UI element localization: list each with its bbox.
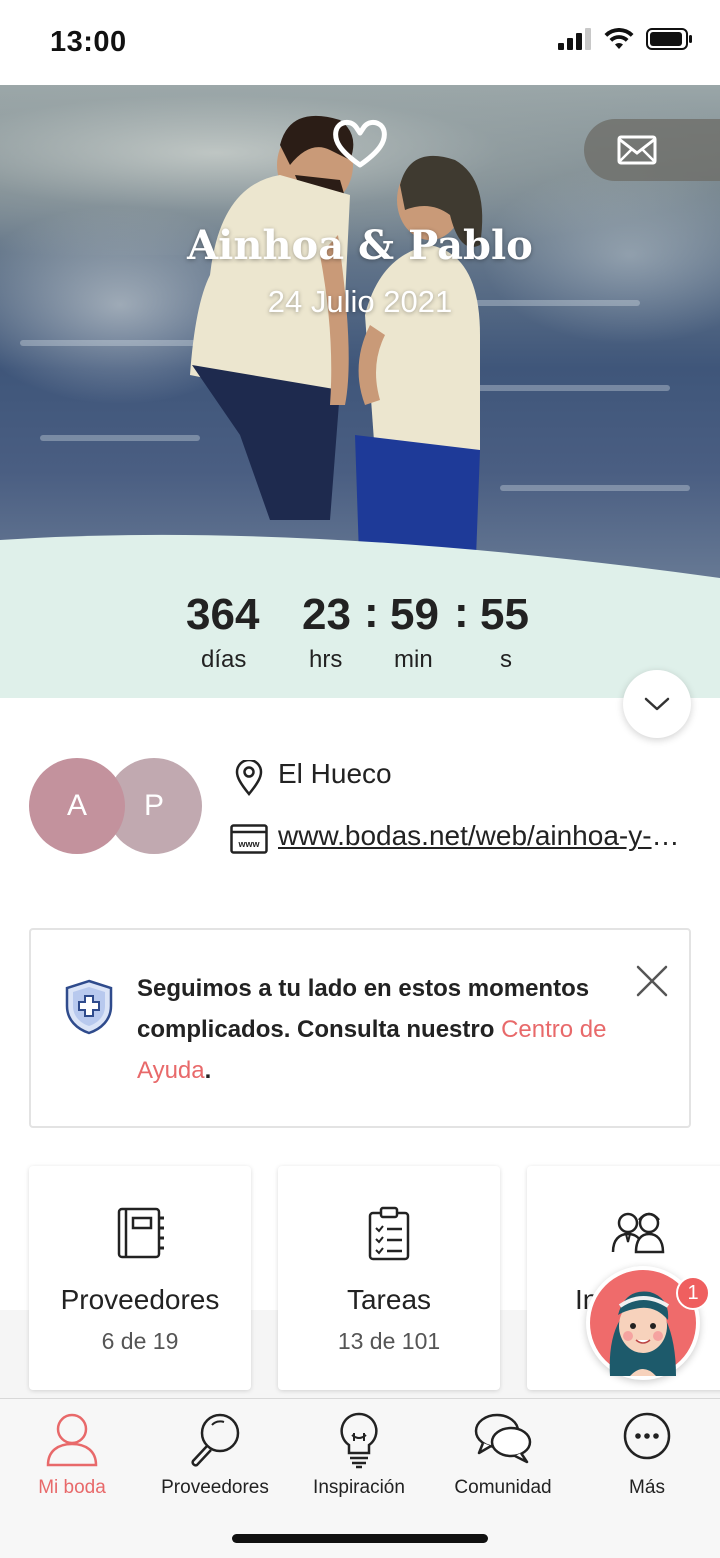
nav-item-inspiracion[interactable]: Inspiración (287, 1407, 431, 1503)
status-icons (558, 28, 694, 50)
address-book-icon (117, 1207, 164, 1259)
hero-wave (40, 435, 200, 441)
card-title: Proveedores (60, 1284, 220, 1315)
nav-item-mi-boda[interactable]: Mi boda (0, 1407, 144, 1503)
venue-name[interactable]: El Hueco (278, 758, 392, 790)
help-banner-text: Seguimos a tu lado en estos momentos com… (137, 968, 617, 1091)
nav-item-mas[interactable]: Más (575, 1407, 719, 1503)
hero-wave (20, 340, 200, 346)
help-banner: Seguimos a tu lado en estos momentos com… (29, 928, 691, 1128)
countdown-days: 364 (186, 590, 260, 639)
avatar[interactable]: A (29, 758, 125, 854)
expand-button[interactable] (623, 670, 691, 738)
chat-bubbles-icon (474, 1413, 532, 1464)
card-tareas[interactable]: Tareas 13 de 101 (278, 1166, 500, 1390)
wedding-date: 24 Julio 2021 (267, 284, 453, 319)
couple-names: Ainhoa & Pablo (187, 222, 533, 269)
svg-text:www: www (237, 839, 260, 849)
couple-illustration (190, 115, 483, 585)
nav-label: Mi boda (38, 1477, 106, 1498)
lightbulb-icon (340, 1412, 378, 1469)
nav-label: Más (629, 1477, 665, 1498)
card-count: 13 de 101 (337, 1328, 441, 1354)
countdown-seconds: 55 (480, 590, 529, 639)
countdown-minutes: 59 (390, 590, 439, 639)
notification-badge: 1 (676, 1276, 710, 1310)
card-proveedores[interactable]: Proveedores 6 de 19 (29, 1166, 251, 1390)
countdown-hours-label: hrs (309, 646, 343, 673)
nav-item-proveedores[interactable]: Proveedores (143, 1407, 287, 1503)
wifi-icon (604, 28, 634, 49)
cellular-signal-icon (558, 28, 591, 50)
guests-icon (611, 1212, 665, 1254)
countdown-separator: : (364, 588, 379, 637)
countdown-hours: 23 (302, 590, 351, 639)
card-count: 6 de 19 (101, 1328, 179, 1354)
nav-label: Comunidad (454, 1477, 552, 1498)
shield-icon (65, 979, 113, 1035)
search-icon (191, 1413, 240, 1467)
hero-wave (470, 385, 670, 391)
location-pin-icon (235, 760, 263, 796)
status-time: 13:00 (50, 26, 127, 58)
user-icon (46, 1413, 98, 1467)
mail-button[interactable] (584, 119, 720, 181)
hero-cover-photo: Ainhoa & Pablo 24 Julio 2021 (0, 85, 720, 600)
mail-icon (617, 135, 657, 165)
home-indicator (232, 1534, 488, 1543)
more-icon (623, 1412, 671, 1460)
nav-item-comunidad[interactable]: Comunidad (431, 1407, 575, 1503)
nav-label: Inspiración (313, 1477, 405, 1498)
close-icon[interactable] (635, 964, 669, 998)
countdown-minutes-label: min (394, 646, 433, 673)
wedding-website-link[interactable]: www.bodas.net/web/ainhoa-y-pablo (278, 820, 688, 852)
chevron-down-icon (644, 697, 670, 711)
card-title: Tareas (346, 1284, 432, 1315)
help-banner-end: . (204, 1057, 212, 1084)
countdown-days-label: días (201, 646, 247, 673)
battery-icon (646, 28, 692, 50)
countdown-panel (0, 530, 720, 698)
countdown-separator: : (454, 588, 469, 637)
hero-wave (500, 485, 690, 491)
heart-icon[interactable] (332, 117, 388, 169)
clipboard-checklist-icon (368, 1206, 410, 1261)
website-icon: www (230, 824, 268, 854)
countdown-background (0, 534, 720, 698)
status-bar: 13:00 (0, 0, 720, 85)
countdown-seconds-label: s (500, 646, 512, 673)
nav-label: Proveedores (161, 1477, 269, 1498)
